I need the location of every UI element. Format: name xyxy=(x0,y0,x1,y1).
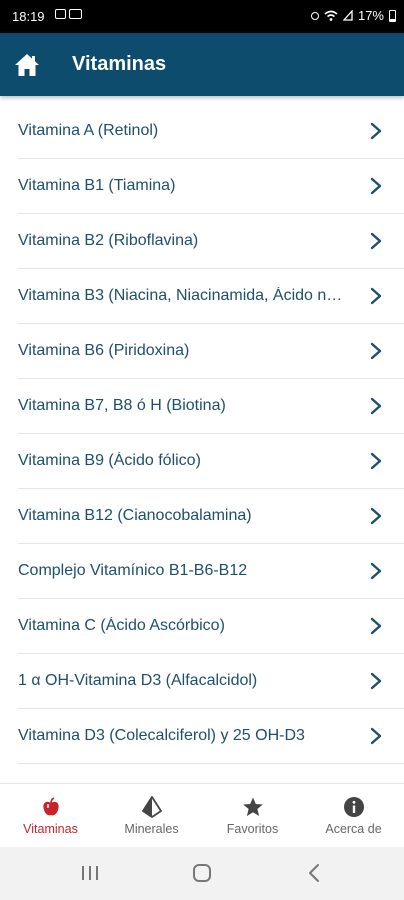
list-item-label: Vitamina A (Retinol) xyxy=(18,122,159,139)
back-icon[interactable] xyxy=(302,861,328,885)
list-item-label: Vitamina C (Ácido Ascórbico) xyxy=(18,617,225,634)
notification-icons xyxy=(55,9,82,19)
chevron-right-icon xyxy=(370,507,382,525)
gallery-icon xyxy=(55,9,66,19)
signal-icon xyxy=(342,10,353,21)
tab-label: Acerca de xyxy=(325,822,382,836)
list-item[interactable]: Complejo Vitamínico B1-B6-B12 xyxy=(18,544,404,599)
recent-apps-icon[interactable] xyxy=(77,861,103,885)
vitamin-list: Vitamina A (Retinol) Vitamina B1 (Tiamin… xyxy=(18,104,404,764)
list-item-label: Vitamina B2 (Riboflavina) xyxy=(18,232,199,249)
list-item[interactable]: 1 α OH-Vitamina D3 (Alfacalcidol) xyxy=(18,654,404,709)
home-icon[interactable] xyxy=(12,50,42,80)
chevron-right-icon xyxy=(370,562,382,580)
star-icon xyxy=(242,797,263,816)
battery-icon xyxy=(389,9,396,22)
system-navigation-bar xyxy=(0,847,404,900)
list-item-label: Vitamina B12 (Cianocobalamina) xyxy=(18,507,252,524)
tab-acerca-de[interactable]: Acerca de xyxy=(303,784,404,848)
list-item-label: Vitamina B7, B8 ó H (Biotina) xyxy=(18,397,226,414)
chevron-right-icon xyxy=(370,397,382,415)
status-time: 18:19 xyxy=(12,9,45,24)
list-item-label: Vitamina B1 (Tiamina) xyxy=(18,177,176,194)
list-item-label: 1 α OH-Vitamina D3 (Alfacalcidol) xyxy=(18,672,258,689)
tab-label: Minerales xyxy=(124,822,179,836)
list-item[interactable]: Vitamina B2 (Riboflavina) xyxy=(18,214,404,269)
home-circle-icon[interactable] xyxy=(189,861,215,885)
list-item-label: Vitamina D3 (Colecalciferol) y 25 OH-D3 xyxy=(18,727,305,744)
chevron-right-icon xyxy=(370,727,382,745)
battery-percent: 17% xyxy=(357,8,384,23)
mineral-icon xyxy=(141,796,162,818)
list-item[interactable]: Vitamina D3 (Colecalciferol) y 25 OH-D3 xyxy=(18,709,404,764)
chevron-right-icon xyxy=(370,232,382,250)
cast-icon xyxy=(69,9,82,19)
tab-vitaminas[interactable]: Vitaminas xyxy=(0,784,101,848)
list-item[interactable]: Vitamina C (Ácido Ascórbico) xyxy=(18,599,404,654)
tab-label: Favoritos xyxy=(226,822,279,836)
list-item[interactable]: Vitamina B12 (Cianocobalamina) xyxy=(18,489,404,544)
list-item-label: Vitamina B6 (Piridoxina) xyxy=(18,342,190,359)
chevron-right-icon xyxy=(370,672,382,690)
page-title: Vitaminas xyxy=(72,53,167,75)
tab-label: Vitaminas xyxy=(23,822,78,836)
tab-minerales[interactable]: Minerales xyxy=(101,784,202,848)
chevron-right-icon xyxy=(370,122,382,140)
alarm-icon xyxy=(310,11,319,20)
wifi-icon xyxy=(324,10,338,21)
app-bar: Vitaminas xyxy=(0,33,404,96)
chevron-right-icon xyxy=(370,617,382,635)
chevron-right-icon xyxy=(370,177,382,195)
chevron-right-icon xyxy=(370,287,382,305)
chevron-right-icon xyxy=(370,342,382,360)
list-item[interactable]: Vitamina B7, B8 ó H (Biotina) xyxy=(18,379,404,434)
status-bar: 18:19 17% xyxy=(0,0,404,33)
list-item[interactable]: Vitamina A (Retinol) xyxy=(18,104,404,159)
list-item-label: Vitamina B9 (Ácido fólico) xyxy=(18,452,201,469)
status-right: 17% xyxy=(310,8,396,23)
tab-favoritos[interactable]: Favoritos xyxy=(202,784,303,848)
apple-icon xyxy=(42,797,59,816)
list-item[interactable]: Vitamina B6 (Piridoxina) xyxy=(18,324,404,379)
list-item[interactable]: Vitamina B3 (Niacina, Niacinamida, Ácido… xyxy=(18,269,404,324)
list-item[interactable]: Vitamina B1 (Tiamina) xyxy=(18,159,404,214)
list-item-label: Complejo Vitamínico B1-B6-B12 xyxy=(18,562,248,579)
bottom-navigation: Vitaminas Minerales Favoritos Acerca de xyxy=(0,783,404,848)
list-item[interactable]: Vitamina B9 (Ácido fólico) xyxy=(18,434,404,489)
chevron-right-icon xyxy=(370,452,382,470)
info-icon xyxy=(343,797,364,817)
list-item-label: Vitamina B3 (Niacina, Niacinamida, Ácido… xyxy=(18,287,344,304)
